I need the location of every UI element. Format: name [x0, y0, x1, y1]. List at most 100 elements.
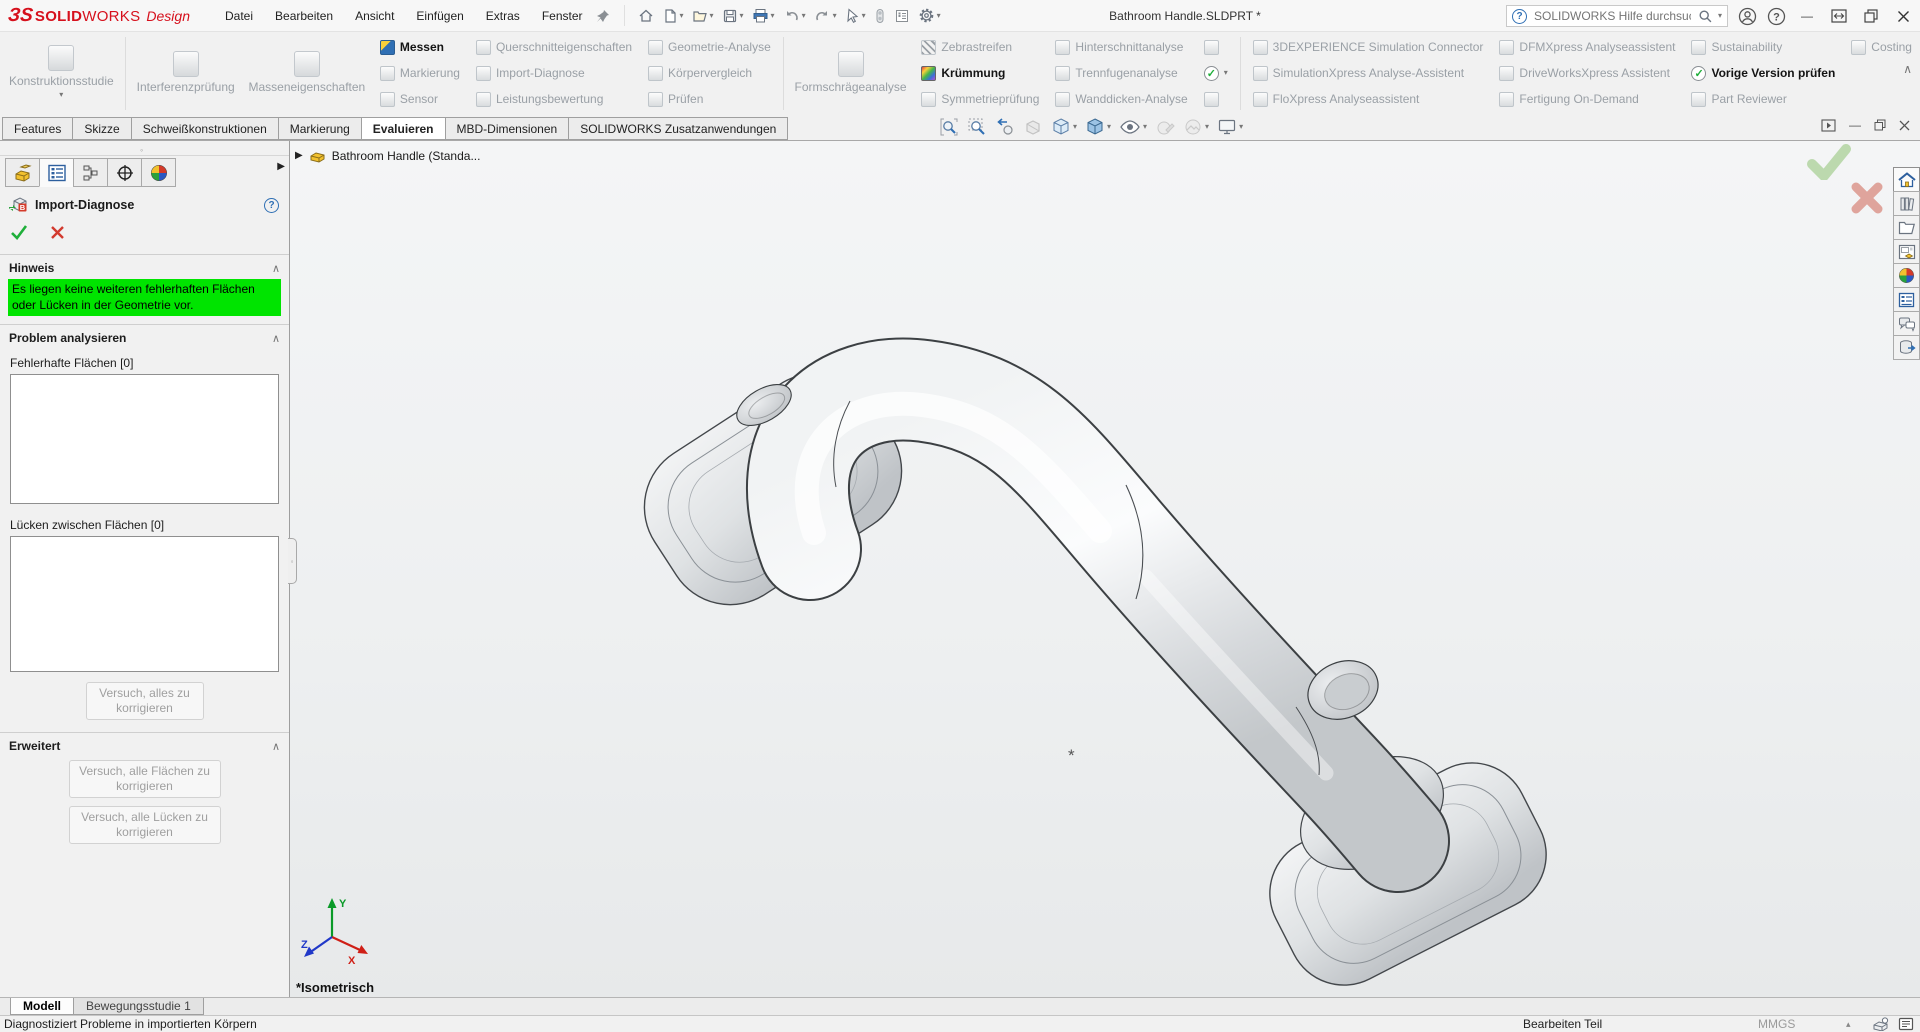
menu-einfuegen[interactable]: Einfügen: [407, 5, 472, 27]
ribbon-masseneigenschaften[interactable]: Masseneigenschaften: [242, 34, 372, 110]
dropdown-arrow[interactable]: ▾: [862, 12, 866, 20]
collapse-chevron-icon[interactable]: ∧: [272, 740, 280, 753]
ribbon-compare-documents[interactable]: [1197, 34, 1235, 60]
account-icon[interactable]: [1738, 7, 1757, 26]
fix-all-faces-button[interactable]: Versuch, alle Flächen zu korrigieren: [69, 760, 221, 798]
tab-evaluieren[interactable]: Evaluieren: [361, 117, 446, 140]
show-pane-button[interactable]: [1821, 119, 1836, 132]
file-properties-button[interactable]: [891, 6, 913, 26]
view-orientation-icon[interactable]: ▾: [1050, 116, 1078, 138]
ribbon-hinterschnittanalyse[interactable]: Hinterschnittanalyse: [1048, 34, 1194, 60]
panel-splitter-handle[interactable]: ◦: [288, 538, 297, 584]
bathroom-handle-model[interactable]: [290, 141, 1920, 997]
panel-help-icon[interactable]: ?: [264, 198, 279, 213]
ribbon-symmetriepruefung[interactable]: Symmetrieprüfung: [914, 86, 1046, 112]
tab-skizze[interactable]: Skizze: [72, 117, 131, 140]
dropdown-arrow[interactable]: ▾: [1224, 69, 1228, 77]
tab-bewegungsstudie[interactable]: Bewegungsstudie 1: [73, 998, 204, 1015]
status-notes-icon[interactable]: [1898, 1017, 1914, 1031]
apply-scene-icon[interactable]: ▾: [1182, 116, 1210, 138]
ribbon-import-diagnose[interactable]: Import-Diagnose: [469, 60, 639, 86]
tab-feature-manager[interactable]: [5, 158, 40, 187]
ribbon-pruefen[interactable]: Prüfen: [641, 86, 778, 112]
ok-button[interactable]: [10, 224, 28, 240]
ribbon-costing[interactable]: Costing: [1844, 34, 1919, 60]
collapse-chevron-icon[interactable]: ∧: [272, 332, 280, 345]
quick-tips-icon[interactable]: [1872, 1017, 1889, 1031]
section-header-erweitert[interactable]: Erweitert ∧: [0, 736, 289, 756]
ribbon-geometrie-analyse[interactable]: Geometrie-Analyse: [641, 34, 778, 60]
dropdown-arrow[interactable]: ▾: [1073, 123, 1077, 131]
dropdown-arrow[interactable]: ▾: [740, 12, 744, 20]
minimize-button[interactable]: —: [1796, 5, 1818, 27]
ribbon-kruemmung[interactable]: Krümmung: [914, 60, 1046, 86]
ribbon-part-reviewer[interactable]: Part Reviewer: [1684, 86, 1842, 112]
taskpane-view-palette[interactable]: [1893, 239, 1920, 264]
tab-display-manager[interactable]: [141, 158, 176, 187]
fix-all-gaps-button[interactable]: Versuch, alle Lücken zu korrigieren: [69, 806, 221, 844]
new-document-button[interactable]: ▾: [659, 6, 687, 26]
taskpane-home[interactable]: [1893, 167, 1920, 192]
dropdown-arrow[interactable]: ▾: [710, 12, 714, 20]
ribbon-markierung[interactable]: Markierung: [373, 60, 467, 86]
section-header-problem[interactable]: Problem analysieren ∧: [0, 328, 289, 348]
ribbon-vorige-version-pruefen[interactable]: Vorige Version prüfen: [1684, 60, 1842, 86]
dropdown-arrow[interactable]: ▾: [833, 12, 837, 20]
doc-minimize-button[interactable]: —: [1849, 118, 1861, 132]
taskpane-pdm-vault[interactable]: [1893, 335, 1920, 360]
dock-window-button[interactable]: [1828, 5, 1850, 27]
zoom-to-fit-icon[interactable]: [938, 116, 960, 138]
dropdown-arrow[interactable]: ▾: [802, 12, 806, 20]
taskpane-design-library[interactable]: [1893, 191, 1920, 216]
dropdown-arrow[interactable]: ▾: [1143, 123, 1147, 131]
select-tool-button[interactable]: ▾: [842, 6, 869, 26]
ribbon-design-checker[interactable]: ▾: [1197, 60, 1235, 86]
tab-property-manager[interactable]: [39, 158, 74, 187]
help-search-box[interactable]: ? ▾: [1506, 5, 1728, 27]
dropdown-arrow[interactable]: ▾: [59, 91, 63, 99]
cancel-button[interactable]: [50, 225, 65, 240]
faulty-faces-list[interactable]: [10, 374, 279, 504]
ribbon-formschraegeanalyse[interactable]: Formschrägeanalyse: [788, 34, 914, 110]
ribbon-querschnitteigenschaften[interactable]: Querschnitteigenschaften: [469, 34, 639, 60]
tab-mbd-dimensionen[interactable]: MBD-Dimensionen: [445, 117, 570, 140]
ribbon-konstruktionsstudie[interactable]: Konstruktionsstudie ▾: [2, 34, 121, 110]
help-search-input[interactable]: [1532, 8, 1693, 24]
tab-features[interactable]: Features: [2, 117, 73, 140]
panel-flyout-arrow[interactable]: ▶: [277, 161, 285, 172]
dropdown-arrow[interactable]: ▾: [1107, 123, 1111, 131]
menu-fenster[interactable]: Fenster: [533, 5, 592, 27]
display-style-icon[interactable]: ▾: [1084, 116, 1112, 138]
ribbon-driveworksxpress[interactable]: DriveWorksXpress Assistent: [1492, 60, 1682, 86]
search-icon[interactable]: [1698, 9, 1713, 24]
print-button[interactable]: ▾: [749, 6, 778, 26]
ribbon-messen[interactable]: Messen: [373, 34, 467, 60]
menu-ansicht[interactable]: Ansicht: [346, 5, 403, 27]
doc-restore-button[interactable]: [1874, 119, 1886, 131]
fix-all-button[interactable]: Versuch, alles zu korrigieren: [86, 682, 204, 720]
tab-modell[interactable]: Modell: [10, 998, 74, 1015]
ribbon-leistungsbewertung[interactable]: Leistungsbewertung: [469, 86, 639, 112]
doc-close-button[interactable]: [1899, 120, 1910, 131]
panel-top-splitter[interactable]: ◦: [0, 141, 289, 156]
ribbon-trennfugenanalyse[interactable]: Trennfugenanalyse: [1048, 60, 1194, 86]
previous-view-icon[interactable]: [994, 116, 1016, 138]
ribbon-3dexperience-connector[interactable]: 3DEXPERIENCE Simulation Connector: [1246, 34, 1491, 60]
menu-extras[interactable]: Extras: [477, 5, 529, 27]
save-button[interactable]: ▾: [719, 6, 747, 26]
ribbon-sensor[interactable]: Sensor: [373, 86, 467, 112]
status-units[interactable]: MMGS: [1758, 1017, 1795, 1031]
dropdown-arrow[interactable]: ▾: [680, 12, 684, 20]
zoom-to-area-icon[interactable]: [966, 116, 988, 138]
ribbon-sustainability[interactable]: Sustainability: [1684, 34, 1842, 60]
tab-markierung[interactable]: Markierung: [278, 117, 362, 140]
gaps-list[interactable]: [10, 536, 279, 672]
taskpane-file-explorer[interactable]: [1893, 215, 1920, 240]
tab-configuration-manager[interactable]: [73, 158, 108, 187]
dropdown-arrow[interactable]: ▾: [937, 12, 941, 20]
home-button[interactable]: [635, 6, 657, 26]
edit-appearance-icon[interactable]: [1154, 116, 1176, 138]
taskpane-custom-properties[interactable]: [1893, 287, 1920, 312]
close-button[interactable]: [1892, 5, 1914, 27]
pin-menu-icon[interactable]: [596, 9, 610, 23]
